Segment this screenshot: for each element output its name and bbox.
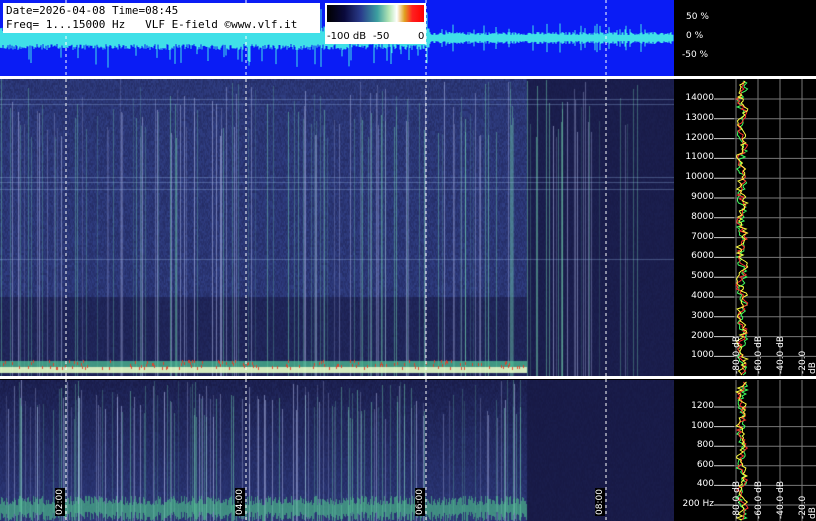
time-label: 04:00 bbox=[235, 488, 245, 516]
frequency-label: 4000 bbox=[691, 291, 714, 301]
frequency-label: 13000 bbox=[685, 112, 714, 123]
db-label: -20.0 dB bbox=[798, 495, 816, 519]
db-label: -60.0 dB bbox=[754, 335, 764, 374]
time-label: 08:00 bbox=[595, 488, 605, 516]
frequency-label: 7000 bbox=[691, 231, 714, 242]
waveform-scale-top: 50 % bbox=[686, 12, 709, 22]
frequency-label: 10000 bbox=[685, 172, 714, 183]
frequency-label: 5000 bbox=[691, 271, 714, 282]
waveform-scale: 50 % 0 % -50 % bbox=[674, 0, 816, 76]
frequency-label: 14000 bbox=[685, 93, 714, 103]
waveform-scale-bottom: -50 % bbox=[682, 50, 709, 60]
db-label: -80.0 dB bbox=[732, 335, 742, 374]
frequency-label: 1200 bbox=[691, 401, 714, 411]
frequency-label: 200 Hz bbox=[682, 499, 714, 509]
main-spectrum-panel: 14000 13000 12000 11000 10000 9000 8000 7000 600… bbox=[674, 79, 816, 376]
zoom-spectrum-panel: 1200 1000 800 600 400 200 Hz -80.0 dB -60.0 dB… bbox=[674, 380, 816, 521]
frequency-label: 2000 bbox=[691, 330, 714, 341]
frequency-label: 1000 bbox=[691, 350, 714, 361]
frequency-label: 1000 bbox=[691, 420, 714, 431]
frequency-label: 3000 bbox=[691, 310, 714, 321]
db-label: -80.0 dB bbox=[732, 480, 742, 519]
frequency-label: 600 bbox=[696, 459, 714, 470]
frequency-label: 800 bbox=[696, 440, 714, 451]
time-label: 02:00 bbox=[55, 488, 65, 516]
db-label: -20.0 dB bbox=[798, 350, 816, 374]
frequency-label: 12000 bbox=[685, 132, 714, 143]
waveform-scale-zero: 0 % bbox=[686, 31, 704, 41]
frequency-label: 6000 bbox=[691, 251, 714, 262]
frequency-label: 11000 bbox=[685, 152, 714, 163]
db-label: -40.0 dB bbox=[776, 480, 786, 519]
frequency-label: 400 bbox=[696, 479, 714, 490]
time-gridlines bbox=[65, 79, 607, 521]
db-label: -60.0 dB bbox=[754, 480, 764, 519]
time-label: 06:00 bbox=[415, 488, 425, 516]
frequency-label: 8000 bbox=[691, 211, 714, 222]
db-label: -40.0 dB bbox=[776, 335, 786, 374]
frequency-label: 9000 bbox=[691, 192, 714, 202]
